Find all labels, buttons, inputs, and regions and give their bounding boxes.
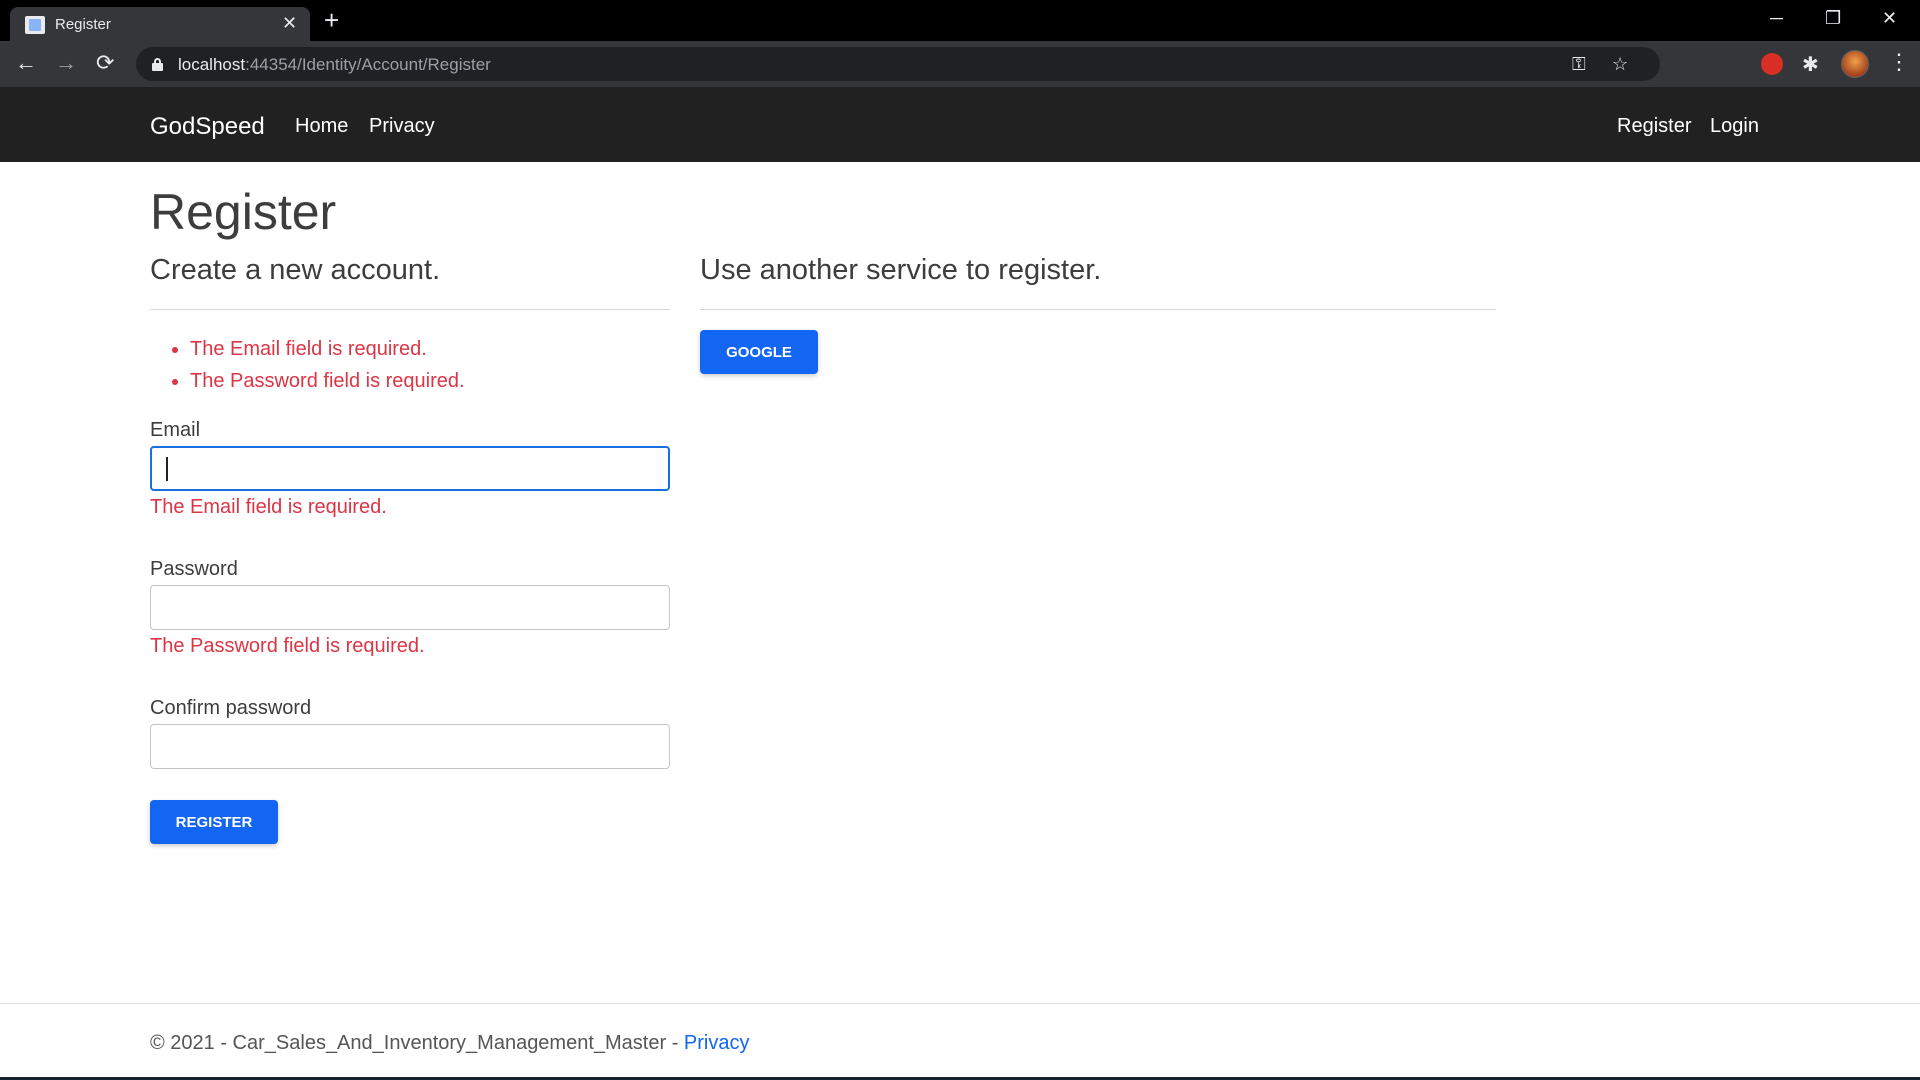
url-host: localhost [178, 55, 246, 74]
email-error: The Email field is required. [150, 496, 387, 518]
register-button[interactable]: Register [150, 800, 278, 844]
address-bar[interactable]: localhost:44354/Identity/Account/Registe… [136, 47, 1660, 81]
tab-title: Register [55, 16, 111, 33]
nav-link-login[interactable]: Login [1710, 115, 1759, 138]
restore-icon[interactable]: ❐ [1825, 6, 1841, 30]
footer: © 2021 - Car_Sales_And_Inventory_Managem… [0, 1003, 1920, 1080]
confirm-password-label: Confirm password [150, 697, 312, 719]
footer-copyright: © 2021 - Car_Sales_And_Inventory_Managem… [150, 1032, 684, 1054]
password-field[interactable] [150, 585, 670, 630]
key-icon[interactable]: ⚿ [1572, 53, 1586, 75]
footer-privacy-link[interactable]: Privacy [684, 1032, 750, 1054]
divider [150, 309, 670, 310]
reload-icon[interactable]: ⟳ [96, 51, 114, 75]
nav-link-privacy[interactable]: Privacy [369, 115, 435, 138]
email-field[interactable] [150, 446, 670, 491]
email-label: Email [150, 419, 201, 441]
divider [700, 309, 1496, 310]
url-text[interactable]: localhost:44354/Identity/Account/Registe… [178, 55, 491, 75]
more-menu-icon[interactable]: ⋮ [1888, 50, 1910, 74]
new-tab-icon[interactable]: + [324, 7, 339, 33]
nav-link-register[interactable]: Register [1617, 115, 1691, 138]
password-error: The Password field is required. [150, 635, 425, 657]
create-account-heading: Create a new account. [150, 254, 441, 286]
tab-close-icon[interactable]: ✕ [282, 13, 297, 33]
lock-icon[interactable] [152, 58, 163, 71]
validation-summary-item: The Password field is required. [190, 365, 465, 397]
puzzle-icon[interactable]: ✱ [1802, 52, 1824, 76]
text-caret [166, 457, 168, 481]
forward-icon[interactable]: → [55, 51, 77, 75]
google-login-button[interactable]: Google [700, 330, 818, 374]
window-close-icon[interactable]: ✕ [1882, 6, 1897, 30]
page-title: Register [150, 184, 337, 240]
external-login-heading: Use another service to register. [700, 254, 1102, 286]
site-navbar: GodSpeed Home Privacy Register Login [0, 87, 1920, 162]
validation-summary-item: The Email field is required. [190, 333, 465, 365]
browser-toolbar: ← → ⟳ localhost:44354/Identity/Account/R… [0, 41, 1920, 87]
browser-tabbar: Register ✕ + ─ ❐ ✕ [0, 0, 1920, 41]
nav-link-home[interactable]: Home [295, 115, 348, 138]
confirm-password-field[interactable] [150, 724, 670, 769]
page-favicon-icon [25, 16, 45, 34]
star-icon[interactable]: ☆ [1612, 53, 1628, 75]
password-label: Password [150, 558, 238, 580]
minimize-icon[interactable]: ─ [1770, 6, 1783, 30]
extension-icon[interactable] [1761, 53, 1783, 75]
avatar[interactable] [1841, 50, 1869, 78]
footer-text: © 2021 - Car_Sales_And_Inventory_Managem… [150, 1032, 750, 1055]
url-path: :44354/Identity/Account/Register [245, 55, 491, 74]
brand-link[interactable]: GodSpeed [150, 113, 265, 141]
validation-summary: The Email field is required. The Passwor… [170, 333, 465, 397]
back-icon[interactable]: ← [15, 51, 37, 75]
browser-tab[interactable]: Register ✕ [10, 7, 310, 41]
